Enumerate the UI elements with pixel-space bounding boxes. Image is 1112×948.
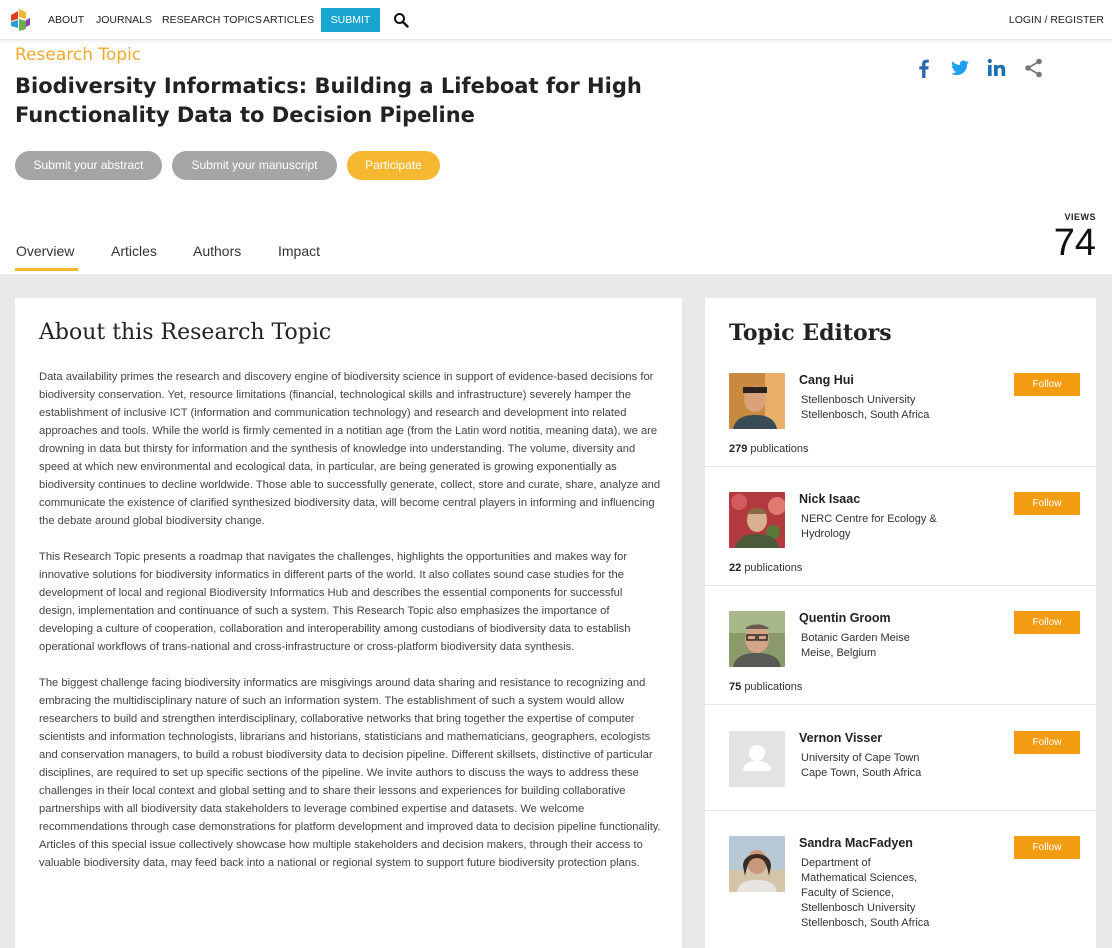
about-paragraph: Data availability primes the research an… bbox=[39, 371, 661, 527]
submit-abstract-button[interactable]: Submit your abstract bbox=[15, 151, 162, 180]
about-paragraph: This Research Topic presents a roadmap t… bbox=[39, 551, 631, 653]
editor-name[interactable]: Nick Isaac bbox=[799, 492, 860, 506]
follow-button[interactable]: Follow bbox=[1014, 611, 1080, 634]
pubs-number: 22 bbox=[729, 562, 742, 574]
editor-affiliation: NERC Centre for Ecology & Hydrology bbox=[801, 512, 991, 542]
editor-affiliation: Department of Mathematical Sciences, Fac… bbox=[801, 856, 991, 931]
about-paragraph: The biggest challenge facing biodiversit… bbox=[39, 677, 661, 869]
nav-articles[interactable]: ARTICLES bbox=[263, 14, 314, 26]
affiliation-line: Mathematical Sciences, bbox=[801, 872, 918, 884]
share-icon[interactable] bbox=[1023, 57, 1045, 79]
editor-avatar[interactable] bbox=[729, 492, 785, 548]
affiliation-line: Faculty of Science, bbox=[801, 887, 894, 899]
default-avatar-icon[interactable] bbox=[729, 731, 785, 787]
pubs-number: 279 bbox=[729, 443, 748, 455]
facebook-icon[interactable] bbox=[913, 57, 935, 79]
participate-button[interactable]: Participate bbox=[347, 151, 440, 180]
divider bbox=[705, 466, 1096, 467]
submit-manuscript-button[interactable]: Submit your manuscript bbox=[172, 151, 337, 180]
tab-articles[interactable]: Articles bbox=[111, 243, 157, 259]
editor-avatar[interactable] bbox=[729, 611, 785, 667]
divider bbox=[705, 810, 1096, 811]
affiliation-line: Cape Town, South Africa bbox=[801, 767, 922, 779]
follow-button[interactable]: Follow bbox=[1014, 373, 1080, 396]
page-title: Biodiversity Informatics: Building a Lif… bbox=[15, 74, 642, 127]
editors-title: Topic Editors bbox=[729, 320, 892, 346]
search-icon[interactable] bbox=[393, 12, 409, 28]
top-nav: ABOUT JOURNALS RESEARCH TOPICS ARTICLES … bbox=[0, 0, 1112, 40]
tab-authors[interactable]: Authors bbox=[193, 243, 241, 259]
affiliation-line: University of Cape Town bbox=[801, 752, 920, 764]
divider bbox=[705, 585, 1096, 586]
research-topic-label: Research Topic bbox=[15, 45, 142, 65]
pubs-suffix: publications bbox=[750, 443, 809, 455]
affiliation-line: Stellenbosch University bbox=[801, 394, 916, 406]
follow-button[interactable]: Follow bbox=[1014, 731, 1080, 754]
tab-overview[interactable]: Overview bbox=[16, 243, 74, 259]
nav-journals[interactable]: JOURNALS bbox=[96, 14, 152, 26]
about-body: Data availability primes the research an… bbox=[39, 368, 661, 890]
editor-affiliation: Botanic Garden Meise Meise, Belgium bbox=[801, 631, 991, 661]
editor-avatar[interactable] bbox=[729, 373, 785, 429]
login-register-link[interactable]: LOGIN / REGISTER bbox=[1009, 14, 1104, 26]
editor-name[interactable]: Cang Hui bbox=[799, 373, 854, 387]
frontiers-logo-icon[interactable] bbox=[9, 7, 31, 33]
about-panel: About this Research Topic Data availabil… bbox=[15, 298, 682, 948]
nav-about[interactable]: ABOUT bbox=[48, 14, 84, 26]
follow-button[interactable]: Follow bbox=[1014, 836, 1080, 859]
twitter-icon[interactable] bbox=[949, 57, 971, 79]
pubs-suffix: publications bbox=[744, 681, 803, 693]
views-label: VIEWS bbox=[1064, 212, 1096, 222]
views-count: 74 bbox=[1053, 222, 1096, 264]
pubs-number: 75 bbox=[729, 681, 742, 693]
affiliation-line: Meise, Belgium bbox=[801, 647, 877, 659]
follow-button[interactable]: Follow bbox=[1014, 492, 1080, 515]
active-tab-indicator bbox=[15, 268, 78, 271]
affiliation-line: Stellenbosch University bbox=[801, 902, 916, 914]
editor-name[interactable]: Sandra MacFadyen bbox=[799, 836, 913, 850]
publications-count: 279 publications bbox=[729, 443, 809, 455]
affiliation-line: Stellenbosch, South Africa bbox=[801, 409, 930, 421]
pubs-suffix: publications bbox=[744, 562, 803, 574]
nav-submit-button[interactable]: SUBMIT bbox=[321, 8, 380, 32]
about-title: About this Research Topic bbox=[39, 320, 332, 345]
affiliation-line: Hydrology bbox=[801, 528, 851, 540]
topic-editors-panel: Topic Editors Cang Hui Stellenbosch Univ… bbox=[705, 298, 1096, 948]
editor-name[interactable]: Vernon Visser bbox=[799, 731, 882, 745]
affiliation-line: NERC Centre for Ecology & bbox=[801, 513, 937, 525]
divider bbox=[705, 704, 1096, 705]
affiliation-line: Botanic Garden Meise bbox=[801, 632, 910, 644]
publications-count: 75 publications bbox=[729, 681, 802, 693]
editor-affiliation: University of Cape Town Cape Town, South… bbox=[801, 751, 991, 781]
tab-impact[interactable]: Impact bbox=[278, 243, 320, 259]
affiliation-line: Stellenbosch, South Africa bbox=[801, 917, 930, 929]
editor-affiliation: Stellenbosch University Stellenbosch, So… bbox=[801, 393, 991, 423]
nav-research-topics[interactable]: RESEARCH TOPICS bbox=[162, 14, 262, 26]
affiliation-line: Department of bbox=[801, 857, 871, 869]
publications-count: 22 publications bbox=[729, 562, 802, 574]
editor-name[interactable]: Quentin Groom bbox=[799, 611, 891, 625]
linkedin-icon[interactable] bbox=[986, 57, 1008, 79]
editor-avatar[interactable] bbox=[729, 836, 785, 892]
